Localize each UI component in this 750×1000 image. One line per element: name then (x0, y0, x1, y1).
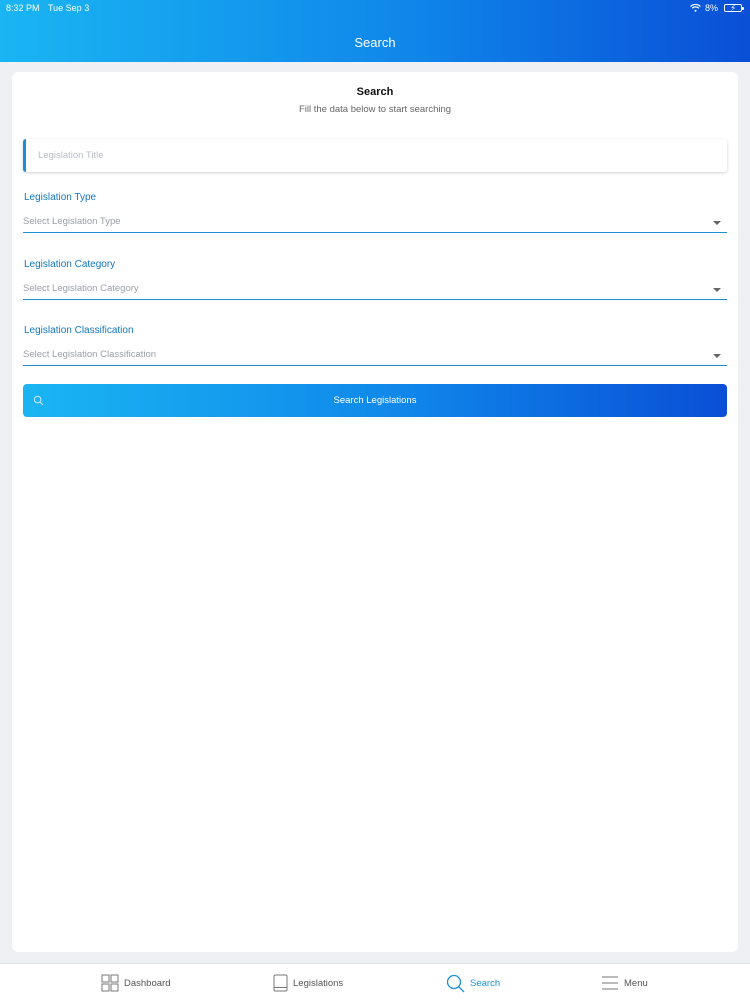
legislation-category-placeholder: Select Legislation Category (23, 283, 139, 294)
tab-search-label: Search (470, 977, 501, 989)
battery-icon: ⚡ (724, 3, 744, 13)
legislation-type-label: Legislation Type (24, 192, 97, 203)
bottom-tab-bar: Dashboard Legislations Search Menu (0, 963, 750, 1000)
form-title: Search (356, 86, 394, 98)
chevron-down-icon (713, 354, 721, 358)
status-date: Tue Sep 3 (48, 3, 90, 13)
legislation-classification-select[interactable]: Select Legislation Classification (23, 344, 727, 366)
search-form-card: Search Fill the data below to start sear… (12, 72, 738, 952)
chevron-down-icon (713, 288, 721, 292)
search-icon (446, 974, 465, 992)
battery-percent: 8% (704, 3, 718, 13)
chevron-down-icon (713, 221, 721, 225)
tab-dashboard[interactable]: Dashboard (101, 972, 170, 994)
status-indicators: 8% ⚡ (690, 3, 744, 13)
grid-icon (101, 974, 119, 992)
legislation-title-field (23, 139, 727, 172)
legislation-type-placeholder: Select Legislation Type (23, 216, 121, 227)
form-subtitle: Fill the data below to start searching (298, 104, 452, 115)
tab-search[interactable]: Search (446, 972, 500, 994)
legislation-category-select[interactable]: Select Legislation Category (23, 278, 727, 300)
tab-legislations[interactable]: Legislations (273, 972, 343, 994)
legislation-title-input[interactable] (26, 139, 727, 172)
legislation-classification-label: Legislation Classification (24, 325, 134, 336)
search-legislations-button[interactable]: Search Legislations (23, 384, 727, 417)
tab-legislations-label: Legislations (293, 977, 344, 989)
status-time: 8:32 PM (6, 3, 40, 13)
search-icon (33, 395, 44, 406)
search-button-label: Search Legislations (333, 395, 417, 406)
page-title: Search (354, 35, 396, 50)
status-bar: 8:32 PM Tue Sep 3 8% ⚡ (0, 0, 750, 16)
legislation-type-select[interactable]: Select Legislation Type (23, 211, 727, 233)
wifi-icon (690, 4, 701, 12)
app-header: 8:32 PM Tue Sep 3 8% ⚡ Search (0, 0, 750, 62)
tab-dashboard-label: Dashboard (124, 977, 171, 989)
book-icon (273, 974, 288, 992)
tab-menu-label: Menu (624, 977, 648, 989)
legislation-category-label: Legislation Category (24, 259, 116, 270)
legislation-classification-placeholder: Select Legislation Classification (23, 349, 157, 360)
tab-menu[interactable]: Menu (601, 972, 648, 994)
menu-icon (602, 976, 618, 990)
